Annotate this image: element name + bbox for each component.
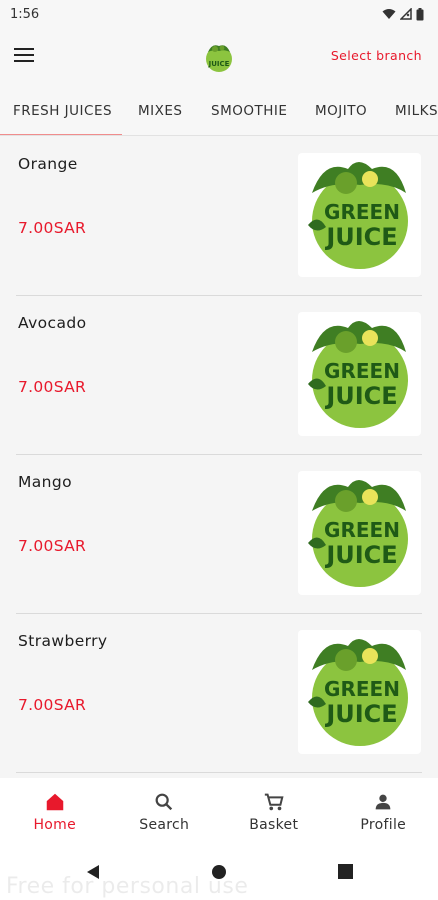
system-nav-bar: [0, 846, 438, 900]
nav-home-label: Home: [33, 817, 77, 833]
nav-profile[interactable]: Profile: [329, 778, 438, 846]
select-branch-button[interactable]: Select branch: [331, 48, 422, 63]
status-bar: 1:56: [0, 0, 438, 28]
nav-search-label: Search: [139, 817, 190, 833]
product-price: 7.00SAR: [18, 696, 87, 714]
green-juice-logo: GREEN JUICE: [308, 321, 408, 428]
list-item[interactable]: Avocado 7.00SAR GREEN JUICE: [0, 296, 438, 455]
tab-mojito[interactable]: MOJITO: [315, 86, 367, 135]
divider: [16, 772, 422, 773]
green-juice-logo: GREEN JUICE: [308, 639, 408, 746]
logo-line-2: JUICE: [324, 382, 397, 410]
home-circle-icon[interactable]: [211, 864, 227, 880]
tab-fresh-juices[interactable]: FRESH JUICES: [13, 86, 112, 135]
logo-line-1: GREEN: [324, 359, 400, 383]
status-time: 1:56: [10, 6, 40, 22]
product-image: GREEN JUICE: [298, 312, 421, 436]
green-juice-logo: GREEN JUICE: [308, 480, 408, 587]
logo-line-1: GREEN: [324, 677, 400, 701]
logo-line-1: GREEN: [324, 518, 400, 542]
bottom-nav: Home Search Basket Profile: [0, 778, 438, 846]
logo-line-2: JUICE: [324, 541, 397, 569]
product-image: GREEN JUICE: [298, 153, 421, 277]
search-icon: [155, 793, 173, 811]
menu-icon: [14, 48, 34, 50]
tab-indicator: [0, 134, 122, 135]
tab-mixes[interactable]: MIXES: [138, 86, 182, 135]
logo-line-2: JUICE: [324, 700, 397, 728]
logo-line-2: JUICE: [324, 223, 397, 251]
product-name: Orange: [18, 155, 78, 173]
list-item[interactable]: Strawberry 7.00SAR GREEN JUICE: [0, 614, 438, 773]
product-price: 7.00SAR: [18, 378, 87, 396]
tab-milks[interactable]: MILKS: [395, 86, 438, 135]
cart-icon: [264, 793, 284, 811]
product-name: Strawberry: [18, 632, 108, 650]
product-image: GREEN JUICE: [298, 630, 421, 754]
nav-basket-label: Basket: [249, 817, 299, 833]
home-icon: [46, 793, 63, 811]
menu-button[interactable]: [14, 44, 40, 70]
brand-logo-text: JUICE: [208, 60, 230, 68]
product-name: Mango: [18, 473, 73, 491]
wifi-icon: [382, 9, 396, 19]
list-item[interactable]: Mango 7.00SAR GREEN JUICE: [0, 455, 438, 614]
status-icons: [382, 7, 424, 21]
app-bar: JUICE Select branch: [0, 28, 438, 86]
nav-home[interactable]: Home: [0, 778, 110, 846]
list-item[interactable]: Orange 7.00SAR GREEN JUICE: [0, 137, 438, 296]
back-icon[interactable]: [86, 864, 100, 880]
category-tabs: FRESH JUICES MIXES SMOOTHIE MOJITO MILKS: [0, 86, 438, 136]
product-name: Avocado: [18, 314, 87, 332]
brand-logo: JUICE: [206, 45, 232, 72]
product-price: 7.00SAR: [18, 537, 87, 555]
product-price: 7.00SAR: [18, 219, 87, 237]
product-image: GREEN JUICE: [298, 471, 421, 595]
green-juice-logo: GREEN JUICE: [308, 162, 408, 269]
nav-basket[interactable]: Basket: [219, 778, 329, 846]
signal-icon: [400, 8, 412, 20]
nav-profile-label: Profile: [360, 817, 407, 833]
battery-icon: [416, 7, 424, 20]
recents-icon[interactable]: [338, 864, 353, 879]
nav-search[interactable]: Search: [110, 778, 220, 846]
logo-line-1: GREEN: [324, 200, 400, 224]
profile-icon: [375, 794, 391, 810]
tab-smoothie[interactable]: SMOOTHIE: [211, 86, 287, 135]
